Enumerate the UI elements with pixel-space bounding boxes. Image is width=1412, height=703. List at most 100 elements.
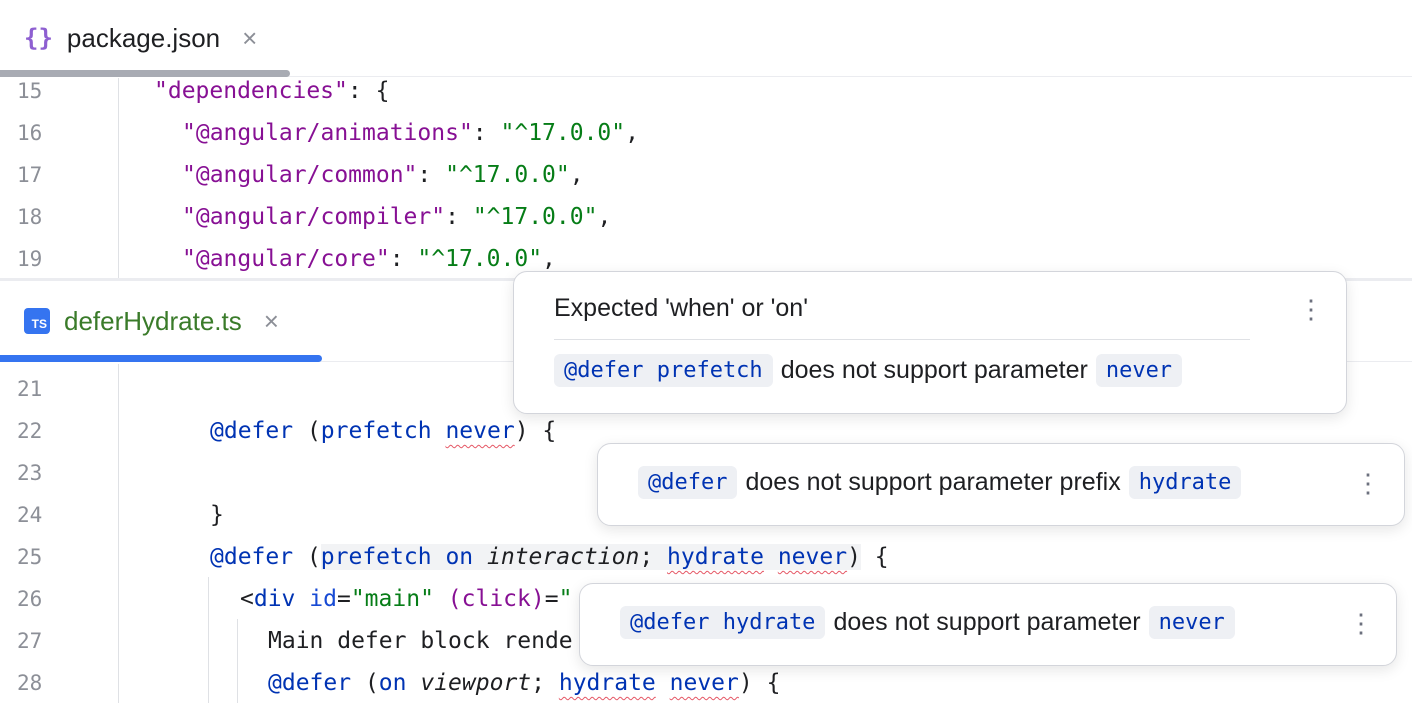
code-space: [656, 670, 670, 696]
editor-pane-package-json: {} package.json × 15 "dependencies": { 1…: [0, 0, 1412, 278]
attribute-value: ": [559, 586, 573, 612]
prefetch-keyword: prefetch: [321, 418, 432, 444]
defer-keyword: @defer: [210, 544, 293, 570]
json-file-icon: {}: [24, 24, 53, 52]
code-space: [432, 544, 446, 570]
code-line: 17 "@angular/common": "^17.0.0",: [0, 154, 1412, 196]
close-icon[interactable]: ×: [264, 308, 279, 334]
more-options-icon[interactable]: ⋮: [1298, 296, 1324, 322]
code-punct: ) {: [515, 418, 557, 444]
line-number: 22: [17, 410, 42, 452]
json-value: "^17.0.0": [417, 246, 542, 272]
code-punct: ) {: [739, 670, 781, 696]
code-punct: ): [847, 544, 861, 570]
code-space: [473, 544, 487, 570]
error-token: hydrate: [667, 544, 764, 570]
code-punct: (: [293, 544, 321, 570]
json-key: "@angular/compiler": [182, 204, 445, 230]
code-line: 15 "dependencies": {: [0, 70, 1412, 112]
code-punct: =: [545, 586, 559, 612]
line-number: 26: [17, 578, 42, 620]
line-number: 21: [17, 368, 42, 410]
json-key: "dependencies": [154, 78, 348, 104]
error-token: hydrate: [559, 670, 656, 696]
more-options-icon[interactable]: ⋮: [1348, 610, 1374, 636]
code-chip: hydrate: [1129, 466, 1242, 499]
code-chip: never: [1096, 354, 1182, 387]
error-message: does not support parameter: [781, 356, 1088, 385]
template-text: Main defer block rende: [268, 620, 573, 662]
code-space: [407, 670, 421, 696]
code-punct: {: [861, 544, 889, 570]
tab-label: deferHydrate.ts: [64, 306, 242, 337]
line-number: 18: [17, 196, 42, 238]
trigger-name: viewport: [420, 670, 531, 696]
json-punct: :: [473, 120, 501, 146]
json-punct: ,: [625, 120, 639, 146]
line-number: 16: [17, 112, 42, 154]
tab-package-json[interactable]: {} package.json ×: [24, 18, 257, 58]
line-number: 25: [17, 536, 42, 578]
json-value: "^17.0.0": [445, 162, 570, 188]
error-tooltip-expected-when-on[interactable]: Expected 'when' or 'on' @defer prefetch …: [513, 271, 1347, 414]
json-punct: ,: [570, 162, 584, 188]
attribute-value: "main": [351, 586, 434, 612]
line-number: 19: [17, 238, 42, 278]
defer-keyword: @defer: [268, 670, 351, 696]
on-keyword: on: [379, 670, 407, 696]
line-number: 24: [17, 494, 42, 536]
code-line: 28 @defer (on viewport; hydrate never) {: [0, 662, 1412, 703]
code-space: [764, 544, 778, 570]
code-line: 25 @defer (prefetch on interaction; hydr…: [0, 536, 1412, 578]
trigger-name: interaction: [487, 544, 639, 570]
json-punct: :: [390, 246, 418, 272]
html-tag: div: [254, 586, 296, 612]
code-space: [432, 418, 446, 444]
code-punct: (: [351, 670, 379, 696]
code-chip: @defer: [638, 466, 737, 499]
on-keyword: on: [445, 544, 473, 570]
code-punct: <: [240, 586, 254, 612]
code-space: [295, 586, 309, 612]
tab-label: package.json: [67, 23, 220, 54]
code-space: [434, 586, 448, 612]
json-punct: :: [417, 162, 445, 188]
tab-bar-top: {} package.json ×: [0, 0, 1412, 77]
tab-underline: [0, 355, 322, 362]
json-value: "^17.0.0": [473, 204, 598, 230]
json-key: "@angular/animations": [182, 120, 473, 146]
json-key: "@angular/common": [182, 162, 417, 188]
error-tooltip-hydrate-prefix[interactable]: @defer does not support parameter prefix…: [597, 443, 1405, 526]
line-number: 15: [17, 70, 42, 112]
tab-defer-hydrate[interactable]: TS deferHydrate.ts ×: [24, 301, 279, 341]
line-number: 17: [17, 154, 42, 196]
prefetch-keyword: prefetch: [321, 544, 432, 570]
error-title: Expected 'when' or 'on': [554, 294, 808, 323]
defer-keyword: @defer: [210, 418, 293, 444]
code-punct: =: [337, 586, 351, 612]
typescript-file-icon: TS: [24, 308, 50, 334]
code-line: 16 "@angular/animations": "^17.0.0",: [0, 112, 1412, 154]
json-value: "^17.0.0": [501, 120, 626, 146]
error-tooltip-hydrate-never[interactable]: @defer hydrate does not support paramete…: [579, 583, 1397, 666]
json-key: "@angular/core": [182, 246, 390, 272]
error-token: never: [778, 544, 847, 570]
error-token: never: [445, 418, 514, 444]
json-punct: ,: [597, 204, 611, 230]
code-chip: never: [1149, 606, 1235, 639]
code-chip: @defer hydrate: [620, 606, 825, 639]
code-area[interactable]: 15 "dependencies": { 16 "@angular/animat…: [0, 70, 1412, 278]
code-punct: ;: [531, 670, 559, 696]
more-options-icon[interactable]: ⋮: [1355, 470, 1381, 496]
line-number: 28: [17, 662, 42, 703]
error-message: does not support parameter: [833, 608, 1140, 637]
error-token: never: [670, 670, 739, 696]
line-number: 27: [17, 620, 42, 662]
error-message: does not support parameter prefix: [745, 468, 1120, 497]
code-punct: ;: [639, 544, 667, 570]
json-punct: :: [445, 204, 473, 230]
divider: [554, 339, 1250, 340]
json-punct: : {: [348, 78, 390, 104]
event-binding: (click): [448, 586, 545, 612]
close-icon[interactable]: ×: [242, 25, 257, 51]
